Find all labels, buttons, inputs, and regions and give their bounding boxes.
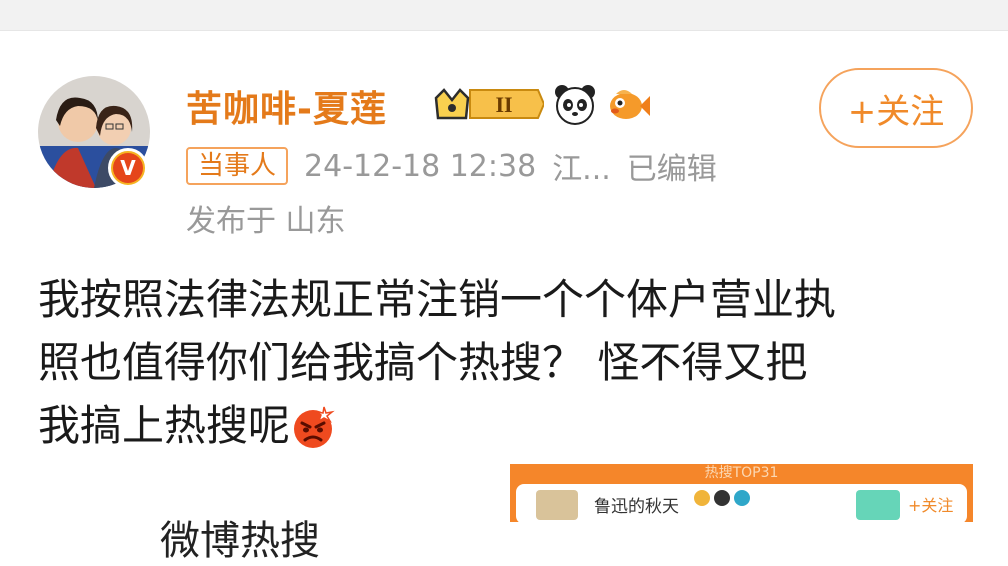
panda-mini-icon — [714, 490, 730, 506]
crown-mini-icon — [694, 490, 710, 506]
content-line-last: 我搞上热搜呢 — [38, 394, 978, 457]
content-line: 照也值得你们给我搞个热搜？ 怪不得又把 — [38, 338, 808, 387]
card-user-row[interactable]: 鲁迅的秋天 +关注 — [516, 484, 967, 522]
card-badges — [694, 490, 750, 506]
panda-icon — [555, 85, 595, 125]
angry-emoji-icon — [294, 406, 335, 448]
card-thumbnail — [536, 490, 578, 520]
post-location: 发布于 山东 — [186, 204, 346, 239]
content-line: 我按照法律法规正常注销一个个体户营业执 — [38, 275, 837, 324]
card-title: 热搜TOP31 — [704, 465, 779, 481]
badge-mini-icon — [734, 490, 750, 506]
card-follow-button[interactable]: +关注 — [908, 492, 953, 516]
post-meta: 当事人 24-12-18 12:38 江... 已编辑 — [186, 144, 717, 188]
verified-v-icon: V — [108, 148, 148, 188]
card-promo-badge — [856, 490, 900, 520]
top-bar — [0, 0, 1008, 31]
post-timestamp: 24-12-18 12:38 — [304, 148, 537, 184]
partial-heading: 微博热搜 — [160, 518, 320, 564]
card-user-name[interactable]: 鲁迅的秋天 — [594, 492, 679, 517]
follow-button[interactable]: +关注 — [819, 68, 973, 148]
level-badge-text: II — [495, 92, 512, 117]
post-content: 我按照法律法规正常注销一个个体户营业执 照也值得你们给我搞个热搜？ 怪不得又把 … — [38, 268, 978, 457]
edited-label[interactable]: 已编辑 — [627, 144, 717, 188]
hot-search-card[interactable]: 热搜TOP31 鲁迅的秋天 +关注 — [510, 464, 973, 522]
fish-icon — [610, 90, 650, 119]
role-tag: 当事人 — [186, 147, 289, 185]
post-source: 江... — [552, 152, 611, 187]
verified-badge-label: V — [113, 153, 143, 183]
crown-level-icon: II — [434, 88, 544, 120]
username[interactable]: 苦咖啡-夏莲 — [186, 80, 387, 132]
follow-button-label: +关注 — [847, 91, 945, 132]
content-line: 我搞上热搜呢 — [38, 401, 291, 450]
